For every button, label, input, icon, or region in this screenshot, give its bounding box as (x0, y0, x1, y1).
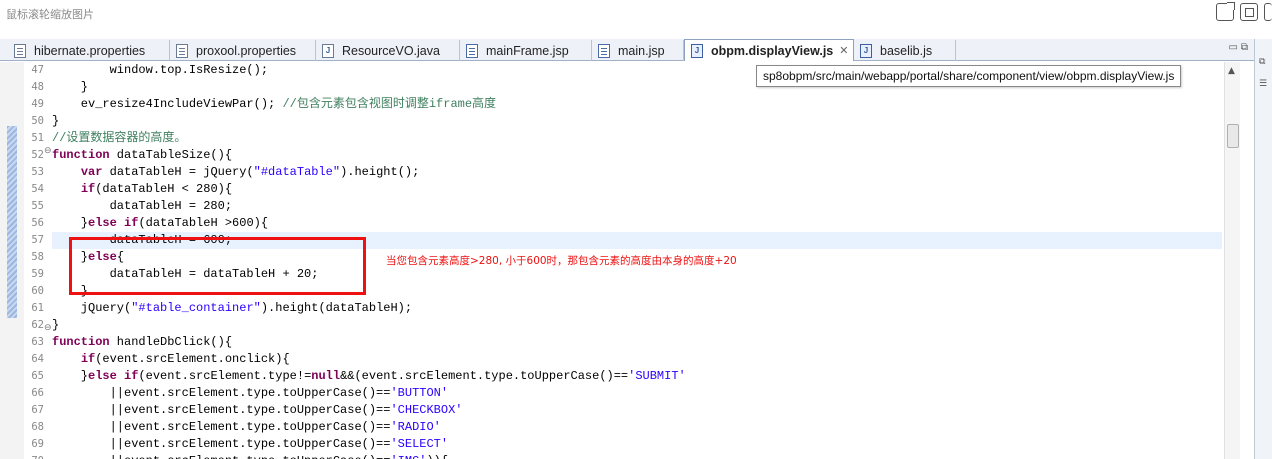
line-number: 49 (31, 98, 44, 110)
file-path-tooltip: sp8obpm/src/main/webapp/portal/share/com… (756, 65, 1182, 87)
tab-label: proxool.properties (196, 43, 297, 58)
code-line[interactable]: ||event.srcElement.type.toUpperCase()=='… (52, 453, 1222, 459)
tab-label: ResourceVO.java (342, 43, 440, 58)
code-line[interactable]: ev_resize4IncludeViewPar(); //包含元素包含视图时调… (52, 96, 1222, 113)
line-number: 70 (24, 453, 46, 459)
scroll-up-icon[interactable]: ▲ (1228, 66, 1235, 76)
fit-icon[interactable] (1240, 3, 1258, 21)
line-number: 67 (31, 404, 44, 416)
line-number: 56 (31, 217, 44, 229)
properties-file-icon (14, 43, 26, 58)
line-number: 68 (31, 421, 44, 433)
code-line[interactable]: ||event.srcElement.type.toUpperCase()=='… (52, 436, 1222, 453)
line-number: 69 (31, 438, 44, 450)
code-line[interactable]: var dataTableH = jQuery("#dataTable").he… (52, 164, 1222, 181)
code-line[interactable]: dataTableH = 280; (52, 198, 1222, 215)
tab-label: mainFrame.jsp (486, 43, 569, 58)
tab-label: obpm.displayView.js (711, 43, 834, 58)
line-number: 54 (31, 183, 44, 195)
code-line[interactable]: }else if(dataTableH >600){ (52, 215, 1222, 232)
line-number: 65 (31, 370, 44, 382)
zoom-hint: 鼠标滚轮缩放图片 (6, 8, 94, 21)
code-line[interactable]: ||event.srcElement.type.toUpperCase()=='… (52, 385, 1222, 402)
tab-label: main.jsp (618, 43, 665, 58)
line-number: 52 (31, 149, 44, 161)
line-number: 48 (31, 81, 44, 93)
line-number: 47 (31, 64, 44, 76)
line-number: 66 (31, 387, 44, 399)
annotation-note: 当您包含元素高度>280, 小于600时，那包含元素的高度由本身的高度+20 (386, 255, 737, 267)
code-line[interactable]: ||event.srcElement.type.toUpperCase()=='… (52, 419, 1222, 436)
jsp-file-icon (466, 43, 478, 58)
code-line[interactable]: } (52, 317, 1222, 334)
line-number: 51 (31, 132, 44, 144)
code-line[interactable]: function handleDbClick(){ (52, 334, 1222, 351)
editor-tab-bar: hibernate.properties proxool.properties … (0, 39, 1272, 61)
code-line[interactable]: function dataTableSize(){ (52, 147, 1222, 164)
viewer-icons (1216, 2, 1272, 21)
tab-main-jsp[interactable]: main.jsp (592, 40, 684, 61)
vertical-scrollbar[interactable]: ▲ (1224, 62, 1240, 459)
image-viewer-toolbar: 鼠标滚轮缩放图片 (0, 0, 1272, 36)
share-icon[interactable] (1216, 2, 1235, 21)
line-number: 64 (31, 353, 44, 365)
scroll-thumb[interactable] (1227, 124, 1239, 148)
java-file-icon: J (322, 43, 334, 58)
fold-icon[interactable]: ⊖ (44, 146, 52, 156)
line-number: 59 (31, 268, 44, 280)
outline-icon[interactable]: ☰ (1259, 79, 1269, 89)
quick-diff-ruler (0, 62, 24, 459)
tab-baselib-js[interactable]: J baselib.js (854, 40, 956, 61)
code-line[interactable]: ||event.srcElement.type.toUpperCase()=='… (52, 402, 1222, 419)
close-icon[interactable]: ✕ (839, 44, 848, 57)
tab-proxool-properties[interactable]: proxool.properties (170, 40, 316, 61)
code-line[interactable]: //设置数据容器的高度。 (52, 130, 1222, 147)
line-number: 55 (31, 200, 44, 212)
line-number: 62 (31, 319, 44, 331)
tab-mainframe-jsp[interactable]: mainFrame.jsp (460, 40, 592, 61)
right-side-panel: ⧉ ☰ (1254, 39, 1272, 459)
js-file-icon: J (691, 43, 703, 58)
restore-icon[interactable]: ⧉ (1259, 57, 1269, 67)
fold-icon[interactable]: ⊖ (44, 323, 52, 333)
code-line[interactable]: }else if(event.srcElement.type!=null&&(e… (52, 368, 1222, 385)
line-number: 61 (31, 302, 44, 314)
line-number: 63 (31, 336, 44, 348)
line-number: 57 (31, 234, 44, 246)
tab-label: hibernate.properties (34, 43, 146, 58)
jsp-file-icon (598, 43, 610, 58)
tab-hibernate-properties[interactable]: hibernate.properties (8, 40, 170, 61)
line-number: 53 (31, 166, 44, 178)
tab-obpm-displayview-js[interactable]: J obpm.displayView.js ✕ (684, 39, 854, 61)
code-line[interactable]: if(dataTableH < 280){ (52, 181, 1222, 198)
properties-file-icon (176, 43, 188, 58)
line-number-ruler: 47 48 49 50 51 52 53 54 55 56 57 58 59 60 61 62 63 64 65 66… (24, 62, 46, 459)
minimize-icon[interactable]: ▭ (1229, 42, 1238, 53)
line-number: 58 (31, 251, 44, 263)
tab-resourcevo-java[interactable]: J ResourceVO.java (316, 40, 460, 61)
code-line[interactable]: } (52, 113, 1222, 130)
fullscreen-icon[interactable] (1264, 3, 1272, 21)
js-file-icon: J (860, 43, 872, 58)
line-number: 50 (31, 115, 44, 127)
change-marker (7, 126, 17, 318)
highlight-box (69, 237, 366, 295)
maximize-icon[interactable]: ⧉ (1241, 42, 1248, 53)
tab-label: baselib.js (880, 43, 933, 58)
line-number: 60 (31, 285, 44, 297)
code-line[interactable]: jQuery("#table_container").height(dataTa… (52, 300, 1222, 317)
code-line[interactable]: if(event.srcElement.onclick){ (52, 351, 1222, 368)
